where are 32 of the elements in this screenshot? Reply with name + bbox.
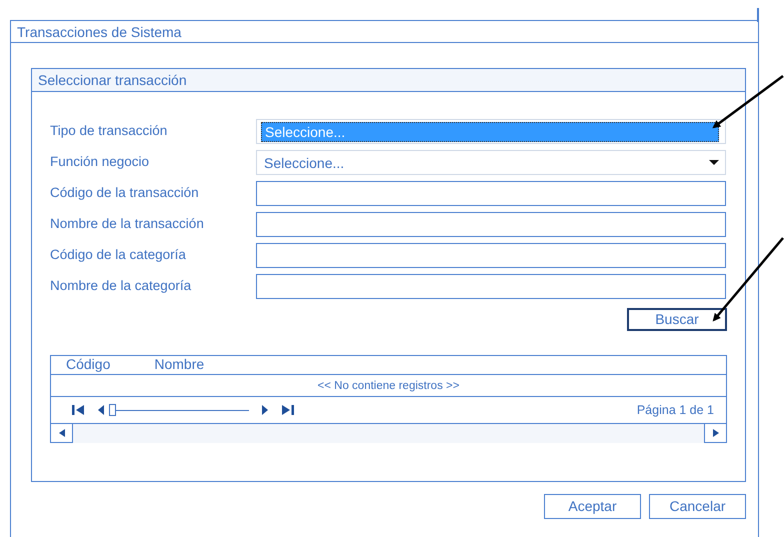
column-header: Código — [66, 356, 110, 374]
field-label: Código de la transacción — [50, 185, 199, 200]
previous-page-icon[interactable] — [97, 404, 105, 416]
dialog-button[interactable]: Cancelar — [649, 494, 746, 519]
dropdown[interactable]: Seleccione... — [256, 150, 726, 175]
search-button[interactable]: Buscar — [627, 308, 727, 331]
annotation-arrow — [712, 75, 784, 128]
field-label: Nombre de la transacción — [50, 216, 204, 232]
last-page-icon[interactable] — [279, 404, 295, 416]
dropdown[interactable]: Seleccione... — [256, 119, 726, 144]
next-page-icon[interactable] — [261, 404, 269, 416]
field-label: Nombre de la categoría — [50, 278, 192, 294]
empty-message: << No contiene registros >> — [318, 380, 460, 392]
slider-thumb[interactable] — [109, 404, 116, 416]
input-field[interactable] — [256, 181, 726, 206]
dialog-button[interactable]: Aceptar — [544, 494, 641, 519]
input-field[interactable] — [256, 274, 726, 299]
input-field[interactable] — [256, 243, 726, 268]
field-label: Tipo de transacción — [50, 123, 168, 138]
field-label: Código de la categoría — [50, 247, 186, 262]
page-slider[interactable] — [109, 404, 249, 416]
dropdown-caret-icon[interactable] — [709, 160, 719, 165]
panel-title: Seleccionar transacción — [38, 72, 187, 88]
column-header: Nombre — [154, 356, 204, 374]
field-label: Función negocio — [50, 154, 150, 170]
input-field[interactable] — [256, 212, 726, 237]
scroll-left-icon[interactable] — [58, 429, 64, 437]
window-title: Transacciones de Sistema — [17, 24, 182, 40]
horizontal-scrollbar[interactable] — [51, 424, 726, 443]
page-indicator: Página 1 de 1 — [636, 402, 714, 419]
scroll-right-icon[interactable] — [712, 429, 718, 437]
first-page-icon[interactable] — [71, 404, 87, 416]
